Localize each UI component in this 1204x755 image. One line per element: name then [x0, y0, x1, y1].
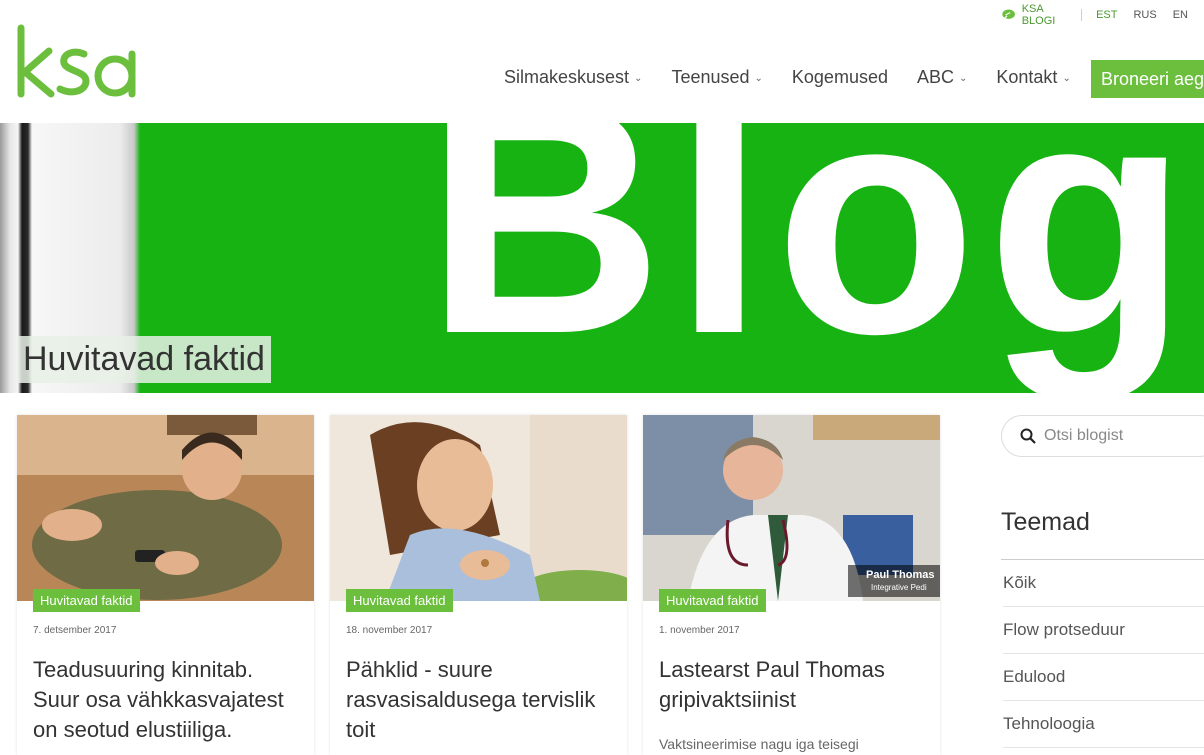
divider: [1081, 9, 1083, 21]
nav-label: Kontakt: [996, 67, 1058, 87]
main-navigation: Silmakeskusest ⌄ Teenused ⌄ Kogemused ABC ⌄…: [504, 67, 1100, 88]
hero-category-title: Huvitavad faktid: [17, 336, 271, 383]
video-subcaption: Integrative Pedi: [871, 583, 927, 592]
topic-item-koik[interactable]: Kõik: [1003, 560, 1204, 607]
lang-rus[interactable]: RUS: [1133, 9, 1156, 21]
post-date: 1. november 2017: [659, 625, 740, 636]
card-image-woman-eating-nuts[interactable]: [330, 415, 627, 601]
nav-label: Kogemused: [791, 67, 888, 87]
nav-item-teenused[interactable]: Teenused ⌄: [671, 67, 762, 88]
category-tag[interactable]: Huvitavad faktid: [659, 589, 766, 612]
hero-blog-word: Blog: [425, 123, 1199, 393]
nav-item-abc[interactable]: ABC ⌄: [917, 67, 967, 88]
card-image-doctor-video[interactable]: Paul Thomas Integrative Pedi: [643, 415, 940, 601]
post-title[interactable]: Pähklid - suure rasvasisaldusega tervisl…: [346, 655, 616, 745]
lang-en[interactable]: EN: [1173, 9, 1188, 21]
topics-heading: Teemad: [1001, 508, 1090, 536]
post-date: 18. november 2017: [346, 625, 433, 636]
post-title[interactable]: Teadusuuring kinnitab. Suur osa vähkkasv…: [33, 655, 303, 745]
blog-card[interactable]: Huvitavad faktid 18. november 2017 Pähkl…: [330, 415, 627, 755]
post-title[interactable]: Lastearst Paul Thomas gripivaktsiinist: [659, 655, 929, 715]
ksa-logo[interactable]: [16, 24, 146, 105]
chevron-down-icon: ⌄: [634, 73, 643, 84]
card-image-man-on-couch[interactable]: [17, 415, 314, 601]
lang-est[interactable]: EST: [1096, 9, 1117, 21]
video-caption: Paul Thomas: [866, 569, 935, 581]
top-utility-bar: KSA BLOGI EST RUS EN: [1000, 3, 1204, 27]
topic-item-tehnoloogia[interactable]: Tehnoloogia: [1003, 701, 1204, 748]
chevron-down-icon: ⌄: [1062, 73, 1071, 84]
category-tag[interactable]: Huvitavad faktid: [346, 589, 453, 612]
search-placeholder: Otsi blogist: [1044, 427, 1124, 444]
blog-search-input[interactable]: Otsi blogist: [1001, 415, 1204, 457]
nav-label: Silmakeskusest: [504, 67, 630, 87]
chevron-down-icon: ⌄: [959, 73, 968, 84]
blog-card[interactable]: Huvitavad faktid 7. detsember 2017 Teadu…: [17, 415, 314, 755]
blog-card[interactable]: Paul Thomas Integrative Pedi Huvitavad f…: [643, 415, 940, 755]
topic-item-flow-protseduur[interactable]: Flow protseduur: [1003, 607, 1204, 654]
category-tag[interactable]: Huvitavad faktid: [33, 589, 140, 612]
post-excerpt: Vaktsineerimise nagu iga teisegi: [659, 736, 859, 752]
nav-label: ABC: [916, 67, 954, 87]
nav-item-silmakeskusest[interactable]: Silmakeskusest ⌄: [504, 67, 642, 88]
ksa-blog-label: KSA BLOGI: [1021, 3, 1056, 27]
nav-label: Teenused: [671, 67, 750, 87]
ksa-blog-link[interactable]: KSA BLOGI: [1000, 3, 1067, 27]
topic-item-edulood[interactable]: Edulood: [1003, 654, 1204, 701]
search-icon: [1020, 428, 1036, 444]
nav-item-kogemused[interactable]: Kogemused: [792, 67, 888, 88]
chevron-down-icon: ⌄: [754, 73, 763, 84]
post-date: 7. detsember 2017: [33, 625, 117, 636]
book-appointment-button[interactable]: Broneeri aeg: [1091, 60, 1204, 98]
nav-item-kontakt[interactable]: Kontakt ⌄: [996, 67, 1070, 88]
leaf-icon: [1002, 9, 1015, 21]
